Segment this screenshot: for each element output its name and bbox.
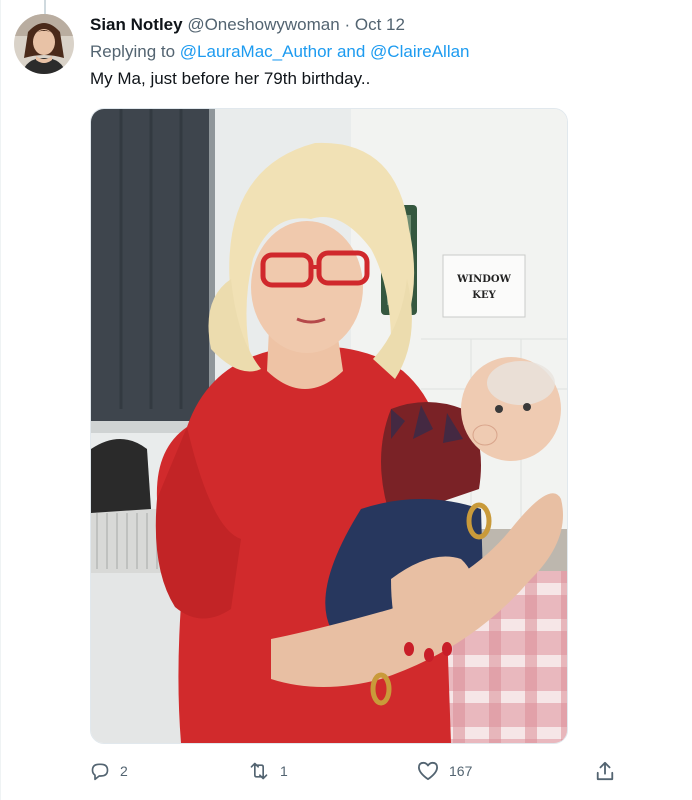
- photo-illustration: WINDOW KEY: [91, 109, 567, 743]
- share-icon: [596, 761, 614, 781]
- tweet-text: My Ma, just before her 79th birthday..: [90, 69, 371, 88]
- author-handle[interactable]: @Oneshowywoman: [187, 15, 339, 34]
- retweet-button[interactable]: 1: [248, 757, 288, 785]
- mention-link-claireallan[interactable]: @ClaireAllan: [370, 42, 469, 61]
- reply-icon: [91, 763, 109, 781]
- mention-link-lauramac[interactable]: @LauraMac_Author: [180, 42, 332, 61]
- tweet-photo[interactable]: WINDOW KEY: [90, 108, 568, 744]
- tweet-date[interactable]: Oct 12: [355, 15, 405, 34]
- like-count: 167: [449, 763, 473, 779]
- avatar-image: [14, 14, 74, 74]
- timeline-left-border: [0, 0, 1, 800]
- heart-icon: [417, 761, 438, 781]
- reply-count: 2: [120, 763, 128, 779]
- tweet-body: Sian Notley @Oneshowywoman · Oct 12 Repl…: [90, 14, 672, 90]
- sign-line-key: KEY: [472, 290, 496, 301]
- replying-to-line: Replying to @LauraMac_Author and @Claire…: [90, 41, 672, 63]
- tweet-actions: 2 1 167: [90, 757, 620, 785]
- thread-connector-line: [44, 0, 46, 14]
- tweet-page: Sian Notley @Oneshowywoman · Oct 12 Repl…: [0, 0, 692, 800]
- sign-line-window: WINDOW: [456, 274, 511, 285]
- tweet-header: Sian Notley @Oneshowywoman · Oct 12: [90, 14, 672, 36]
- author-name[interactable]: Sian Notley: [90, 15, 183, 34]
- retweet-icon: [250, 762, 268, 780]
- header-separator: ·: [344, 15, 351, 34]
- like-button[interactable]: 167: [417, 757, 472, 785]
- replying-to-label: Replying to: [90, 42, 176, 61]
- author-avatar[interactable]: [14, 14, 74, 74]
- share-button[interactable]: [595, 757, 615, 785]
- mention-joiner: and: [336, 42, 366, 61]
- reply-button[interactable]: 2: [90, 757, 128, 785]
- retweet-count: 1: [280, 763, 288, 779]
